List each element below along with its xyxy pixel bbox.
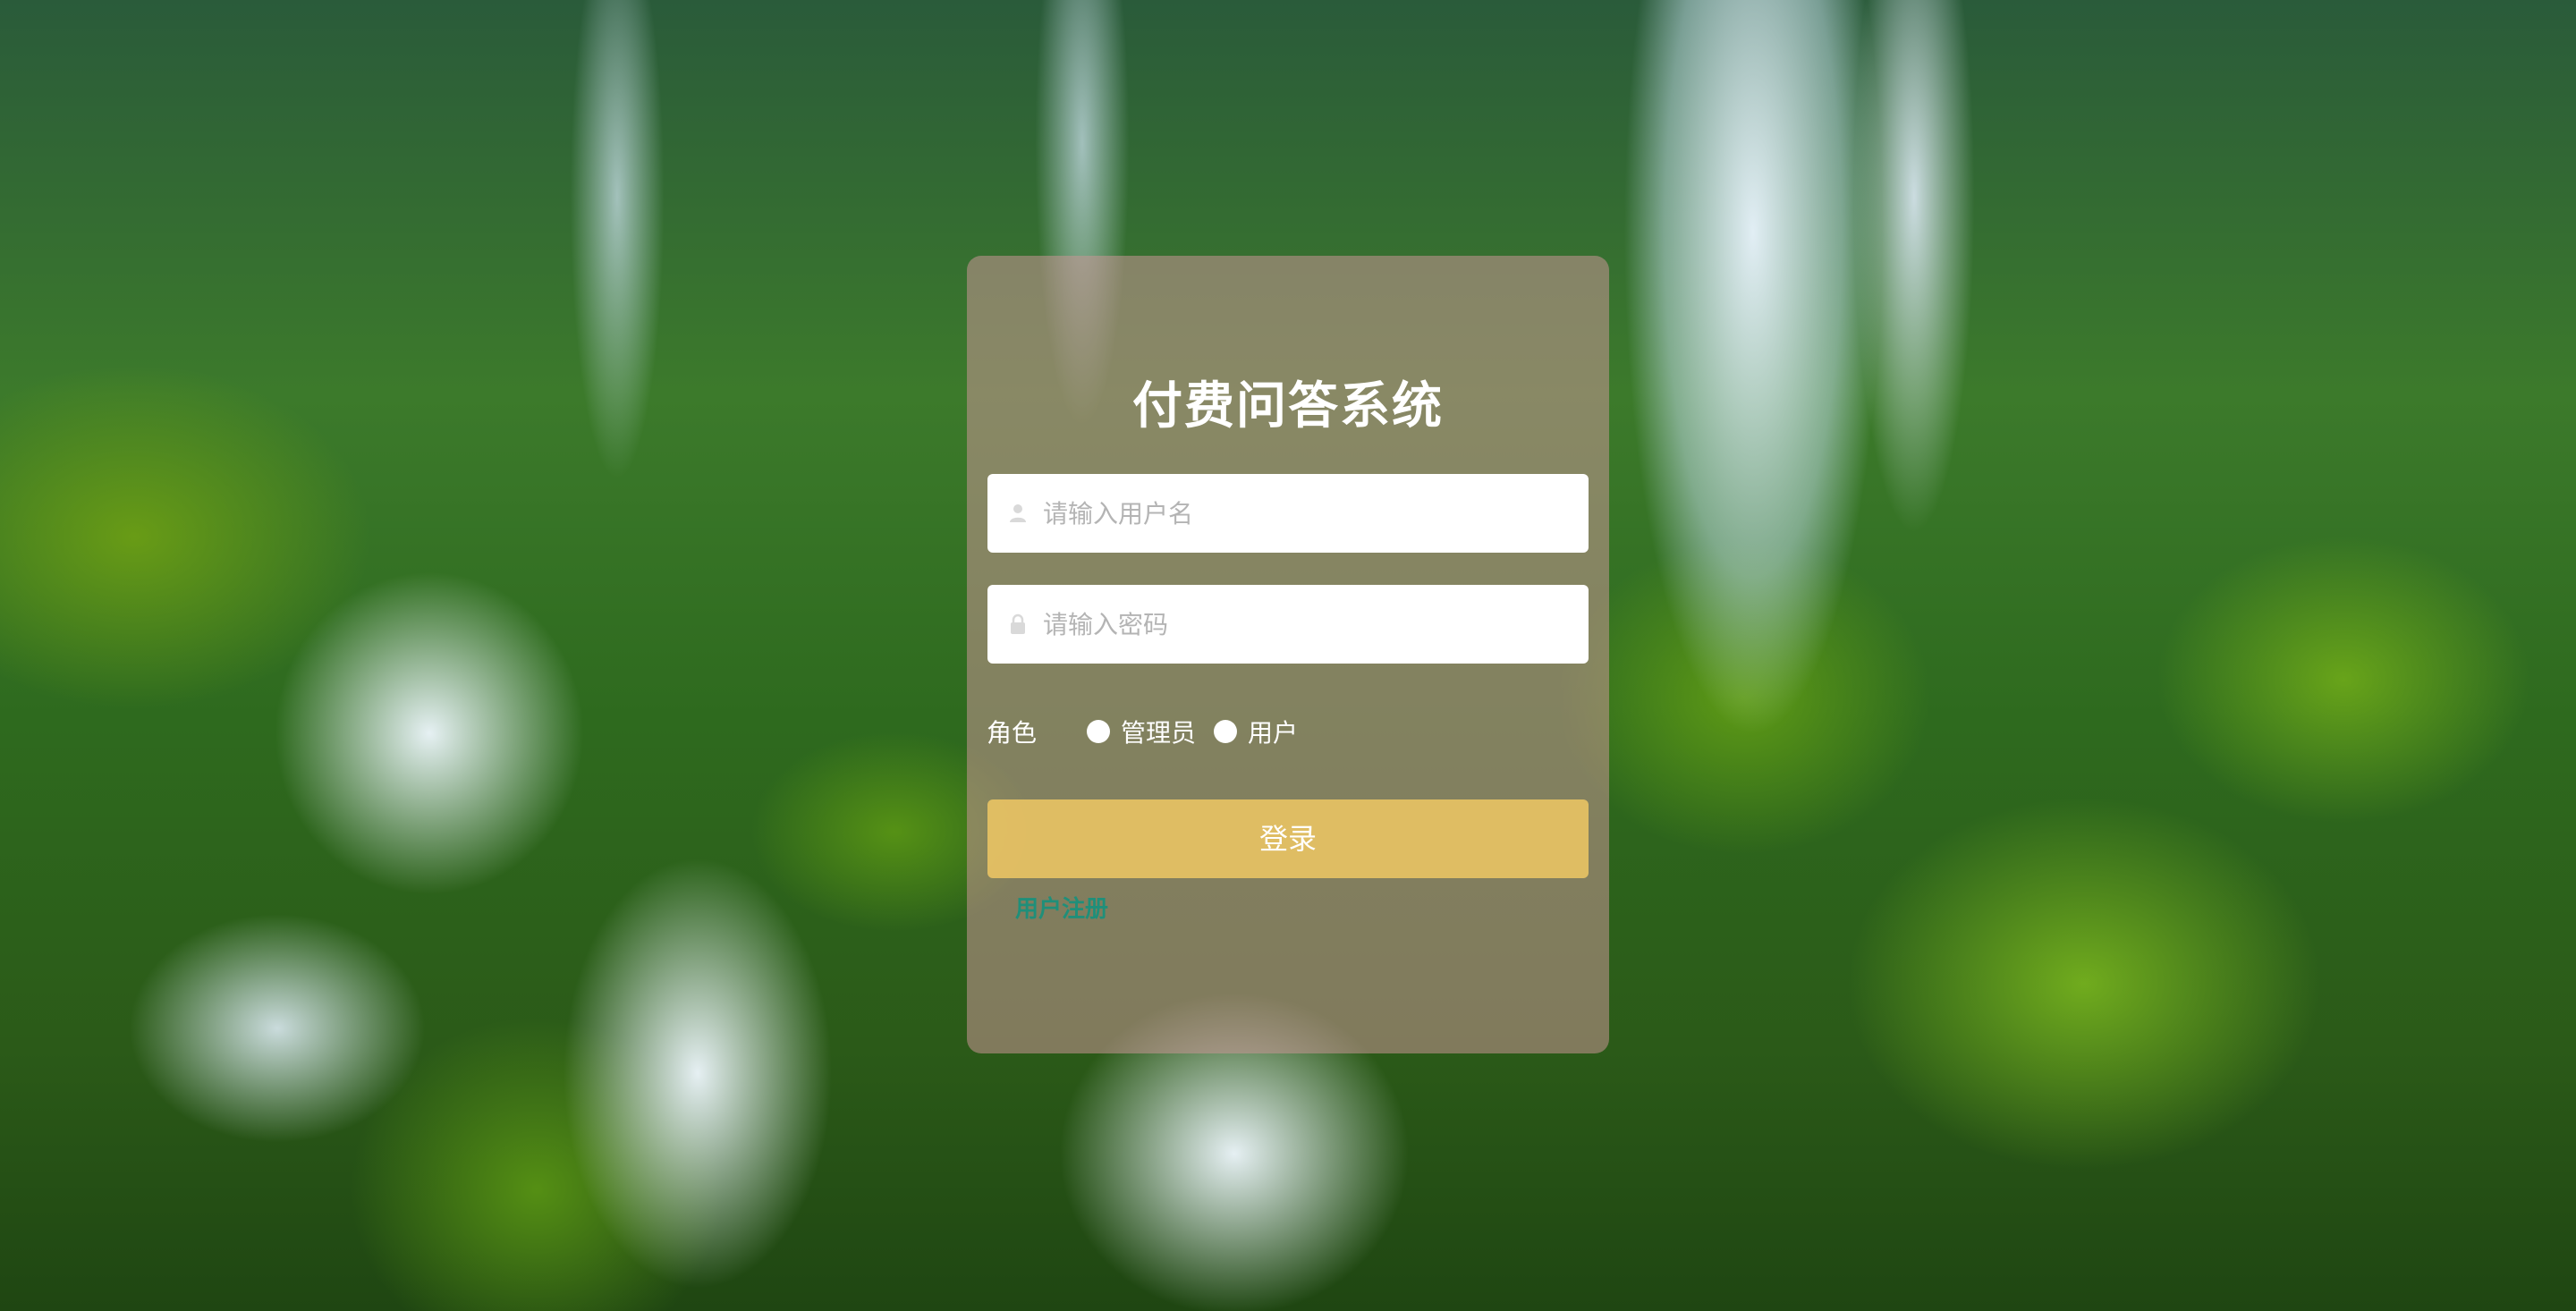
radio-admin-label[interactable]: 管理员 [1121, 714, 1196, 749]
username-input[interactable] [1043, 478, 1562, 549]
login-button[interactable]: 登录 [987, 799, 1589, 878]
username-field[interactable] [987, 474, 1589, 553]
page-title: 付费问答系统 [1132, 377, 1444, 436]
user-icon [987, 474, 1043, 553]
role-selector: 角色 管理员 用户 [987, 710, 1316, 753]
lock-icon [987, 585, 1043, 664]
radio-admin[interactable] [1087, 720, 1111, 743]
radio-user-label[interactable]: 用户 [1248, 714, 1298, 749]
password-field[interactable] [987, 585, 1589, 664]
password-input[interactable] [1043, 588, 1562, 660]
role-label: 角色 [987, 718, 1038, 748]
register-link[interactable]: 用户注册 [1015, 891, 1108, 924]
radio-user[interactable] [1214, 720, 1238, 743]
login-card: 付费问答系统 角色 管理员 用户 登录 用户注册 [967, 256, 1609, 1053]
